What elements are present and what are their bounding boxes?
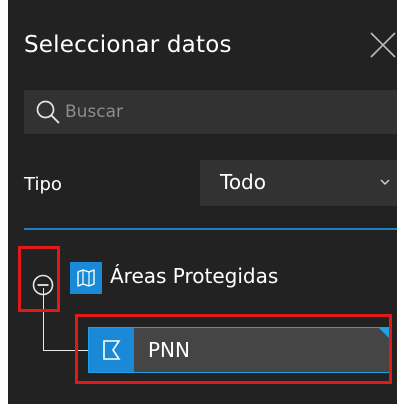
type-filter-select[interactable]: Todo xyxy=(200,160,397,206)
close-icon xyxy=(370,32,396,58)
chevron-down-icon xyxy=(380,179,390,186)
search-box xyxy=(24,90,397,134)
type-filter-value: Todo xyxy=(220,170,266,194)
search-input[interactable] xyxy=(65,90,385,134)
tree-group-label[interactable]: Áreas Protegidas xyxy=(110,262,278,290)
type-filter-label: Tipo xyxy=(24,174,62,195)
section-divider xyxy=(24,228,397,230)
map-icon xyxy=(77,269,95,287)
annotation-highlight-layer xyxy=(75,314,392,384)
close-button[interactable] xyxy=(367,30,397,60)
panel-title: Seleccionar datos xyxy=(24,32,232,58)
search-icon xyxy=(36,100,60,124)
group-type-icon-box xyxy=(70,262,102,294)
annotation-highlight-toggle xyxy=(18,246,60,312)
